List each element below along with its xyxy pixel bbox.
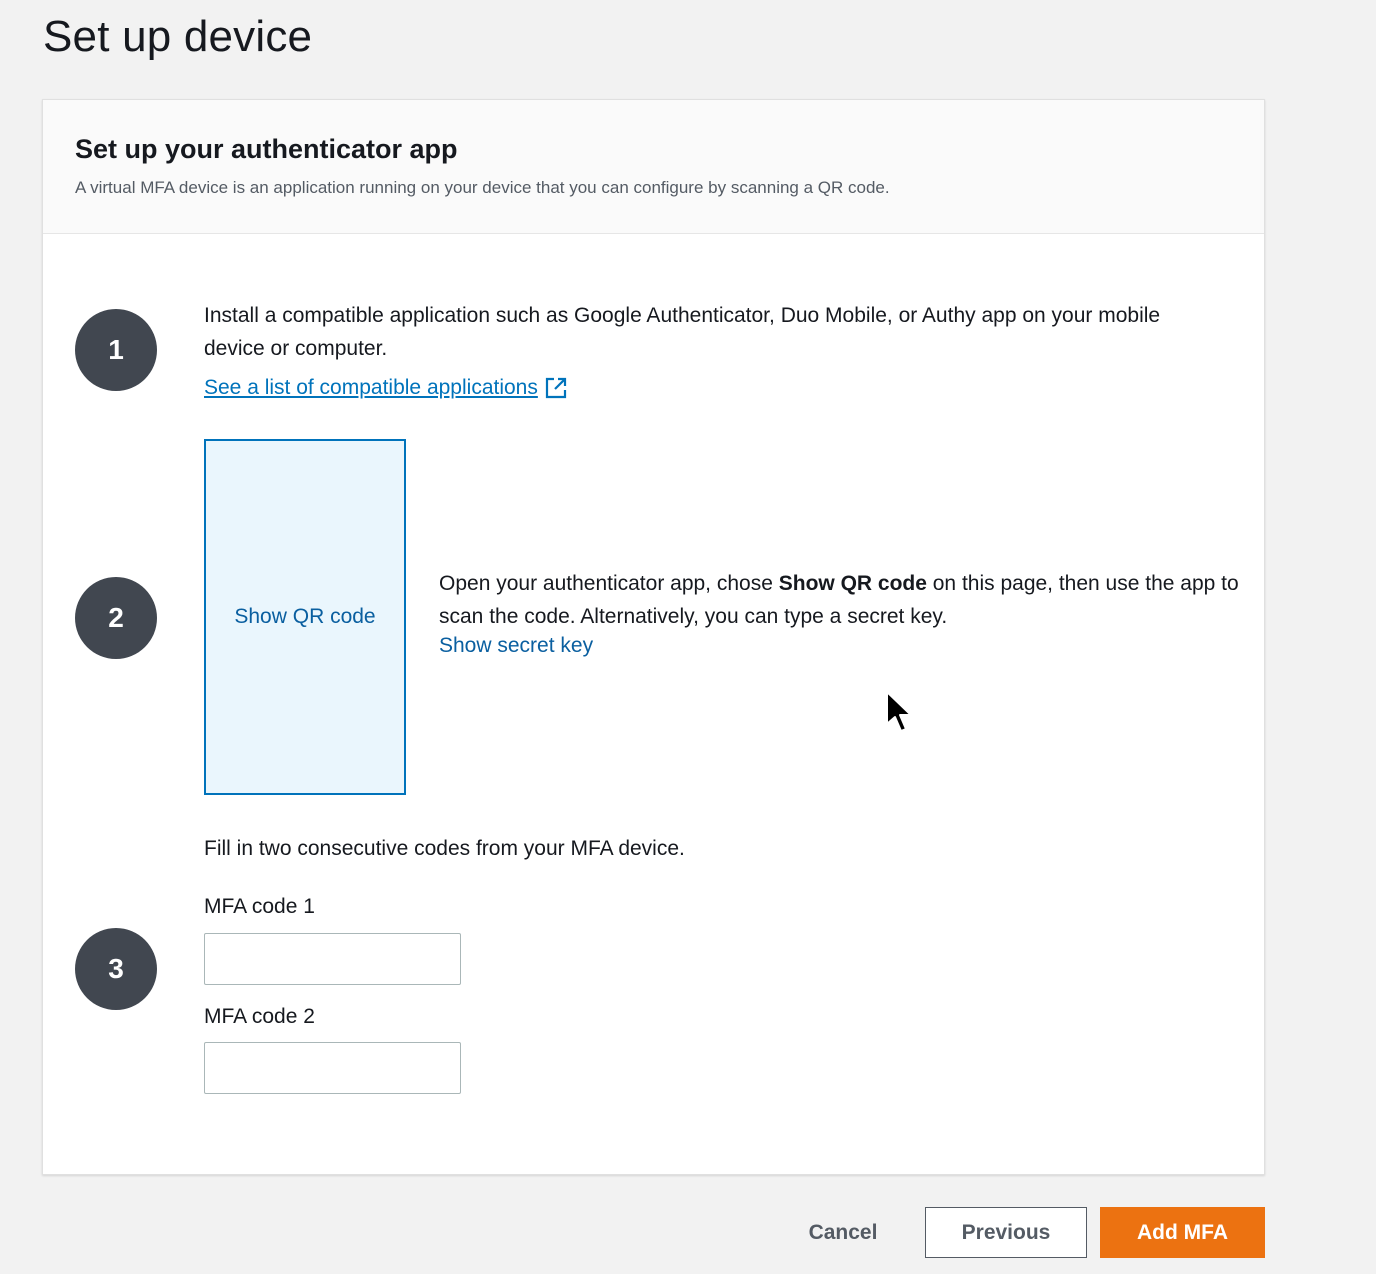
external-link-icon xyxy=(545,377,566,399)
panel-description: A virtual MFA device is an application r… xyxy=(75,178,890,197)
page-title: Set up device xyxy=(43,12,313,61)
step-1-instructions: Install a compatible application such as… xyxy=(204,304,1161,360)
show-qr-code-label: Show QR code xyxy=(234,605,376,628)
authenticator-setup-panel: Set up your authenticator app A virtual … xyxy=(42,99,1265,1175)
step-2-text-before: Open your authenticator app, chose xyxy=(439,572,779,595)
mouse-pointer-icon xyxy=(886,691,912,732)
panel-header: Set up your authenticator app A virtual … xyxy=(43,100,1264,234)
show-qr-code-button[interactable]: Show QR code xyxy=(204,439,406,795)
add-mfa-button[interactable]: Add MFA xyxy=(1100,1207,1265,1258)
previous-button[interactable]: Previous xyxy=(925,1207,1087,1258)
step-3-badge: 3 xyxy=(75,928,157,1010)
mfa-code-2-input[interactable] xyxy=(204,1042,461,1094)
cancel-button[interactable]: Cancel xyxy=(784,1207,902,1258)
compatible-apps-link[interactable]: See a list of compatible applications xyxy=(204,376,568,400)
mfa-code-2-label: MFA code 2 xyxy=(204,1005,315,1028)
compatible-apps-link-label: See a list of compatible applications xyxy=(204,376,538,399)
step-2-text-bold: Show QR code xyxy=(778,572,927,595)
mfa-code-1-label: MFA code 1 xyxy=(204,895,315,918)
step-2-instructions: Open your authenticator app, chose Show … xyxy=(439,567,1239,633)
step-3-instructions: Fill in two consecutive codes from your … xyxy=(204,837,685,860)
step-1-badge: 1 xyxy=(75,309,157,391)
panel-title: Set up your authenticator app xyxy=(75,134,458,164)
mfa-code-1-input[interactable] xyxy=(204,933,461,985)
step-2-badge: 2 xyxy=(75,577,157,659)
show-secret-key-link[interactable]: Show secret key xyxy=(439,634,593,658)
